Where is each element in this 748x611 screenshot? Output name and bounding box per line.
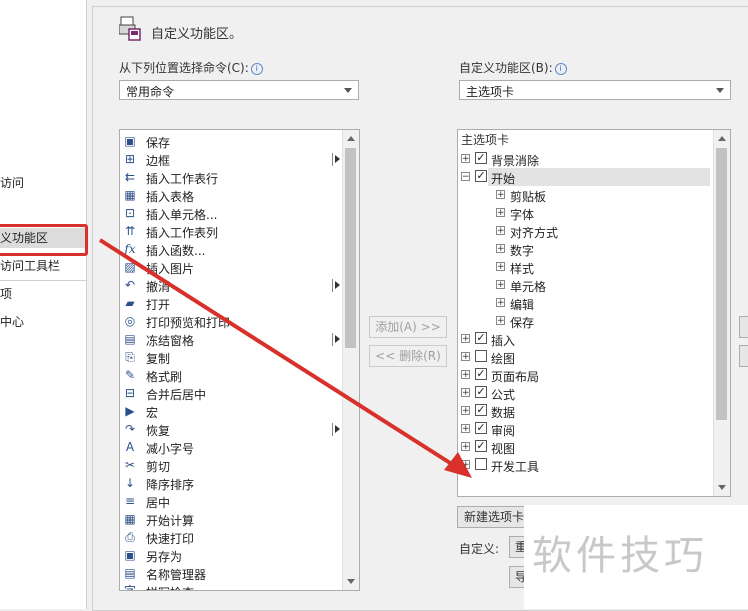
watermark-text: 软件技巧 — [532, 533, 708, 579]
watermark: 软件技巧 — [524, 505, 748, 609]
